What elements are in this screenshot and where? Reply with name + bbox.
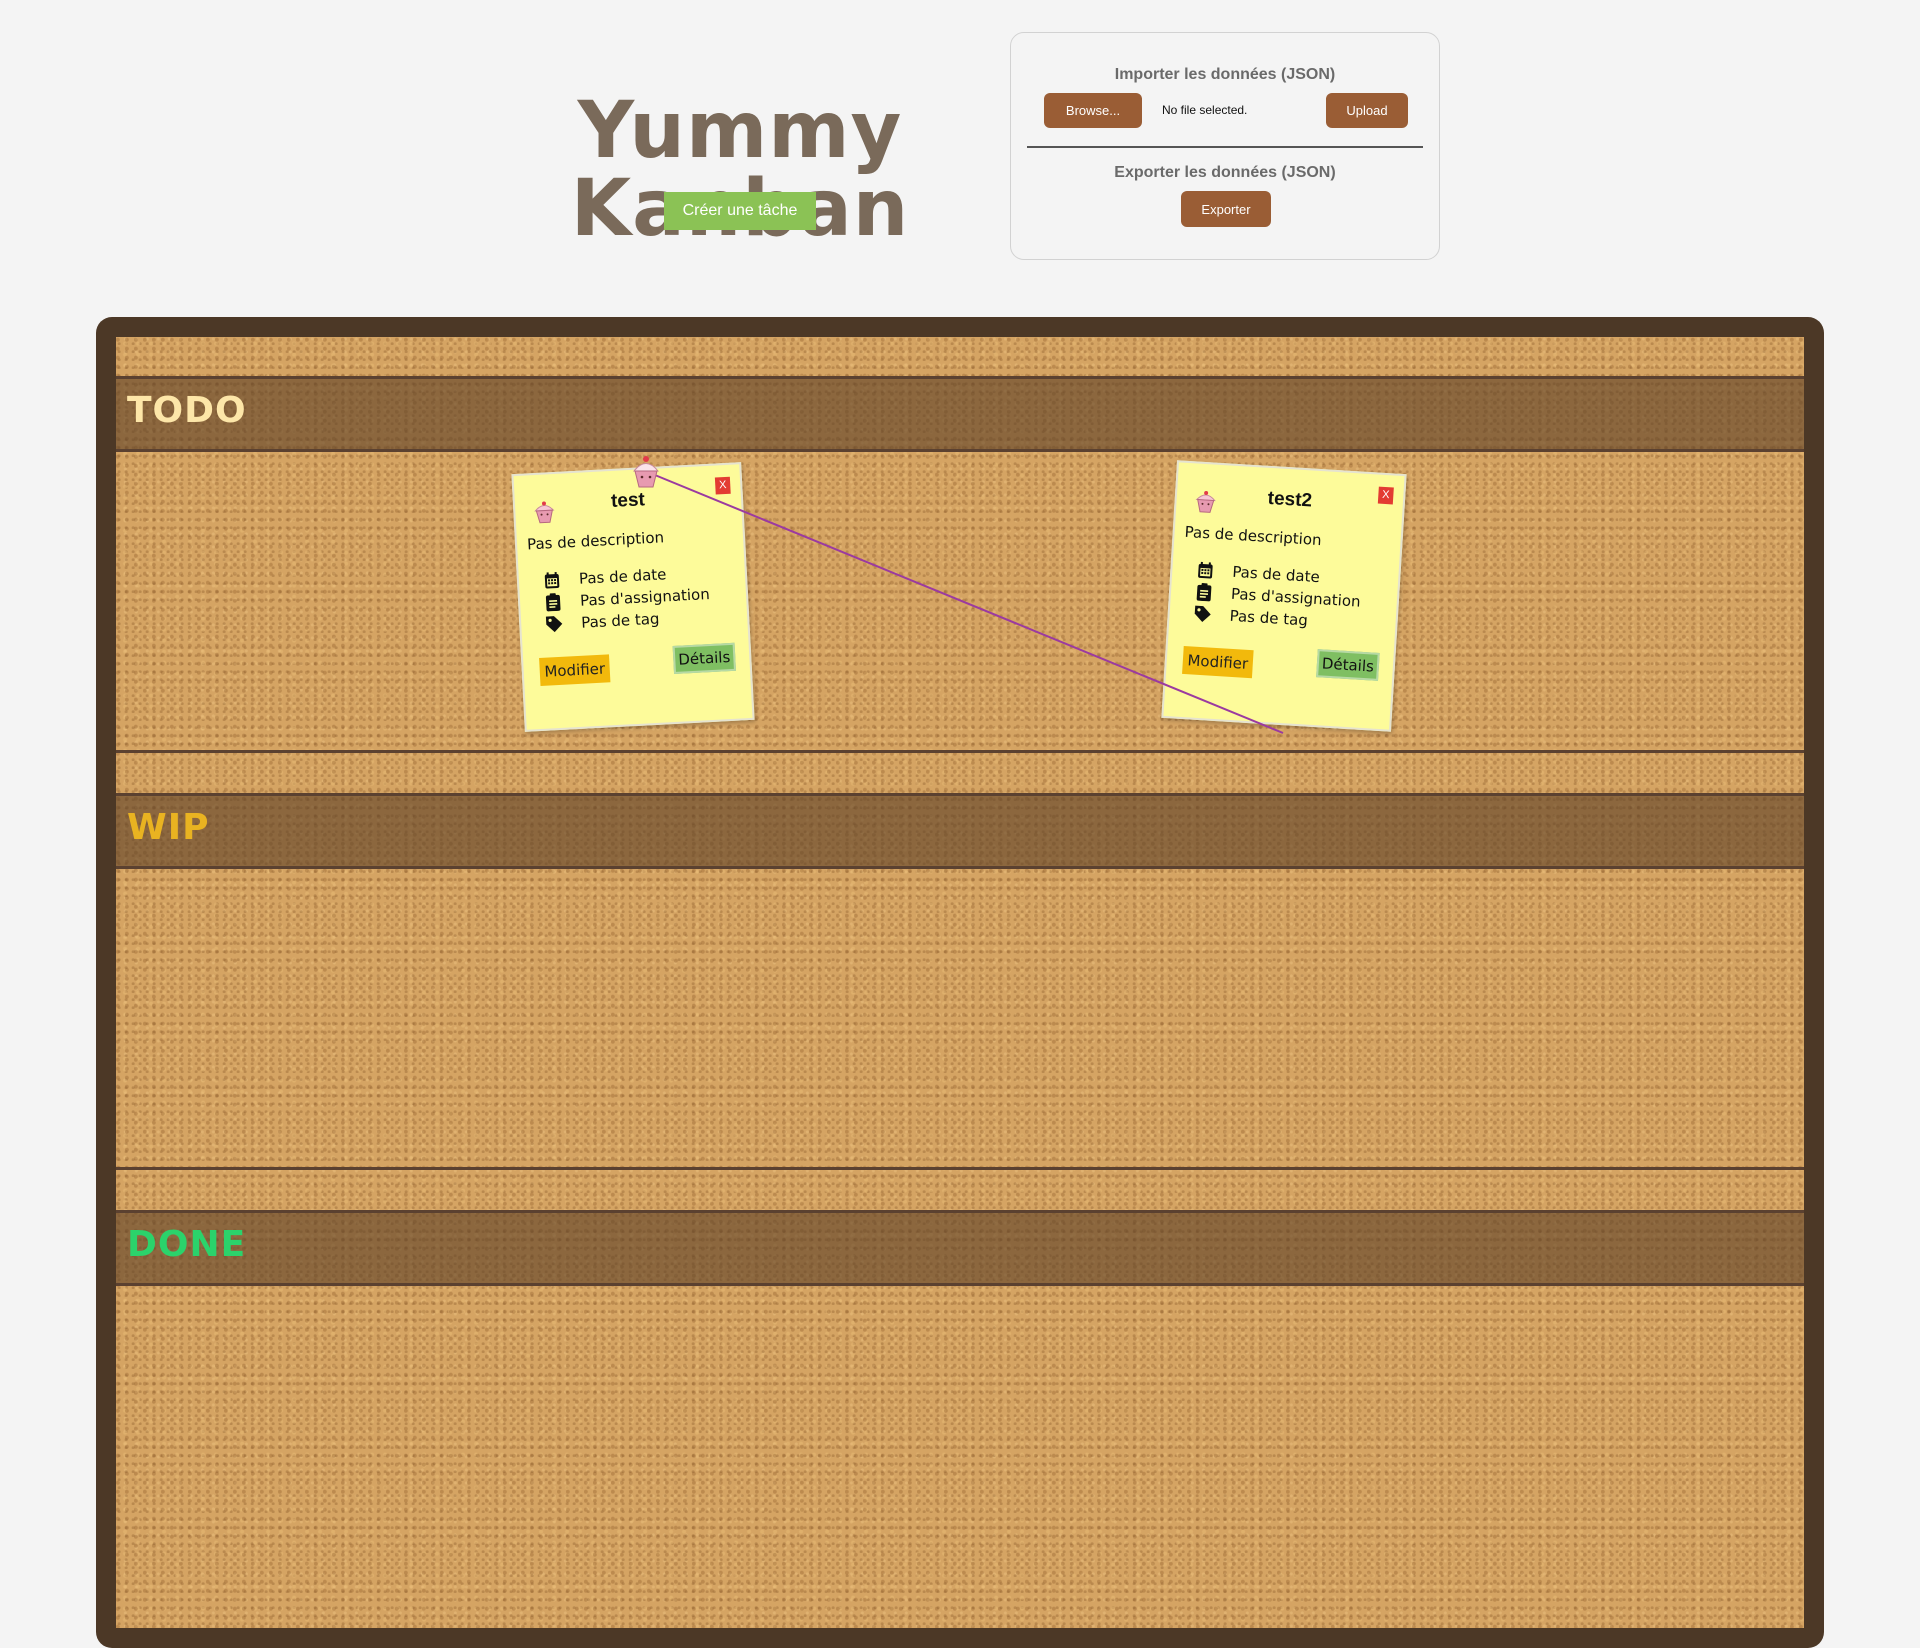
task-tag: Pas de tag bbox=[1229, 606, 1309, 630]
task-assignment: Pas d'assignation bbox=[579, 584, 711, 610]
tag-icon bbox=[545, 614, 564, 635]
delete-task-button[interactable]: X bbox=[714, 476, 731, 495]
task-tag: Pas de tag bbox=[580, 609, 660, 632]
lane-divider bbox=[116, 1283, 1804, 1286]
lane-title-done: DONE bbox=[127, 1224, 247, 1265]
import-heading: Importer les données (JSON) bbox=[1114, 66, 1336, 83]
lane-divider bbox=[116, 449, 1804, 452]
lane-divider bbox=[116, 1167, 1804, 1170]
lane-header-todo: TODO bbox=[116, 379, 1804, 449]
lane-title-wip: WIP bbox=[127, 807, 210, 848]
file-status: No file selected. bbox=[1162, 103, 1248, 117]
data-panel: Importer les données (JSON) Browse... No… bbox=[1010, 32, 1440, 260]
delete-task-button[interactable]: X bbox=[1377, 486, 1394, 505]
clipboard-icon bbox=[1194, 582, 1213, 603]
task-description: Pas de description bbox=[526, 528, 665, 554]
task-date: Pas de date bbox=[578, 565, 667, 588]
cupcake-pin-icon[interactable] bbox=[630, 454, 662, 490]
export-heading: Exporter les données (JSON) bbox=[1114, 164, 1336, 181]
clipboard-icon bbox=[544, 592, 563, 613]
panel-divider bbox=[1027, 146, 1423, 148]
task-tag-row: Pas de tag bbox=[545, 609, 660, 635]
task-description: Pas de description bbox=[1184, 522, 1323, 550]
calendar-icon bbox=[1196, 560, 1215, 581]
export-button[interactable]: Exporter bbox=[1181, 191, 1271, 227]
calendar-icon bbox=[542, 570, 561, 591]
browse-button[interactable]: Browse... bbox=[1044, 93, 1142, 128]
task-tag-row: Pas de tag bbox=[1193, 604, 1308, 631]
board-frame: TODO WIP DONE bbox=[96, 317, 1824, 1648]
tag-icon bbox=[1193, 604, 1212, 625]
task-card[interactable]: test2 X Pas de description Pas de date P… bbox=[1161, 460, 1407, 732]
edit-task-button[interactable]: Modifier bbox=[1182, 645, 1254, 679]
lane-header-done: DONE bbox=[116, 1213, 1804, 1283]
lane-title-todo: TODO bbox=[127, 390, 247, 431]
task-details-button[interactable]: Détails bbox=[672, 642, 736, 674]
lane-divider bbox=[116, 866, 1804, 869]
task-card[interactable]: test X Pas de description Pas de date Pa… bbox=[511, 462, 755, 732]
cork-board: TODO WIP DONE bbox=[116, 337, 1804, 1628]
task-title: test bbox=[610, 489, 646, 513]
task-details-button[interactable]: Détails bbox=[1316, 649, 1380, 681]
task-date: Pas de date bbox=[1231, 562, 1321, 587]
lane-divider bbox=[116, 750, 1804, 753]
lane-header-wip: WIP bbox=[116, 796, 1804, 866]
create-task-button[interactable]: Créer une tâche bbox=[664, 192, 816, 230]
edit-task-button[interactable]: Modifier bbox=[539, 654, 611, 686]
upload-button[interactable]: Upload bbox=[1326, 93, 1408, 128]
